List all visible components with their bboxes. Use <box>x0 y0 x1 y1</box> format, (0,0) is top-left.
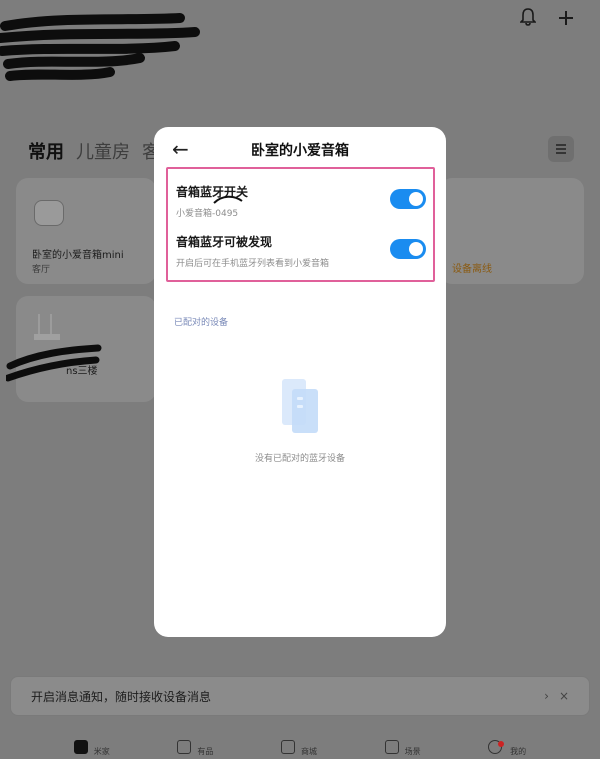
device-status: 设备离线 <box>452 264 492 275</box>
discoverable-toggle[interactable] <box>390 239 426 259</box>
router-icon <box>34 314 60 340</box>
redaction-scribble <box>6 344 102 382</box>
close-icon[interactable]: × <box>559 689 569 703</box>
bluetooth-settings-dialog: ← 卧室的小爱音箱 音箱蓝牙开关 小爱音箱-0495 音箱蓝牙可被发现 开启后可… <box>154 127 446 637</box>
bluetooth-switch-toggle[interactable] <box>390 189 426 209</box>
device-name: 卧室的小爱音箱mini <box>32 250 124 261</box>
dialog-header: ← 卧室的小爱音箱 <box>154 127 446 171</box>
nav-item-mall[interactable]: 商城 <box>280 736 317 757</box>
nav-label: 我的 <box>510 747 527 756</box>
redaction-scribble <box>213 195 243 204</box>
nav-item-profile[interactable]: 我的 <box>488 736 526 757</box>
notification-text: 开启消息通知，随时接收设备消息 <box>31 689 212 704</box>
device-room: 客厅 <box>32 265 51 275</box>
nav-label: 商城 <box>300 747 317 756</box>
dialog-title: 卧室的小爱音箱 <box>251 143 349 159</box>
home-icon <box>73 739 88 754</box>
bell-icon[interactable] <box>519 8 537 31</box>
tab-kids-room[interactable]: 儿童房 <box>76 138 130 164</box>
device-card[interactable]: 卧室的小爱音箱mini 客厅 <box>16 178 156 284</box>
tab-common[interactable]: 常用 <box>28 138 64 164</box>
setting-label: 音箱蓝牙可被发现 <box>176 235 273 249</box>
chevron-right-icon[interactable]: › <box>544 689 549 703</box>
setting-bluetooth-discoverable: 音箱蓝牙可被发现 开启后可在手机蓝牙列表看到小爱音箱 <box>176 233 426 273</box>
setting-subtitle: 开启后可在手机蓝牙列表看到小爱音箱 <box>176 259 330 269</box>
toggle-knob <box>409 192 423 206</box>
speaker-icon <box>34 200 64 226</box>
shop-icon <box>177 739 192 754</box>
nav-item-home[interactable]: 米家 <box>73 736 110 757</box>
notification-dot <box>498 740 505 747</box>
nav-item-scene[interactable]: 场景 <box>384 736 421 757</box>
bottom-nav: 米家 有品 商城 场景 我的 <box>0 736 600 759</box>
paired-devices-heading: 已配对的设备 <box>174 318 229 328</box>
top-actions <box>519 8 574 31</box>
redaction-scribble <box>0 13 200 81</box>
setting-subtitle: 小爱音箱-0495 <box>176 209 239 219</box>
empty-state-text: 没有已配对的蓝牙设备 <box>254 454 345 464</box>
notification-banner[interactable]: 开启消息通知，随时接收设备消息 › × <box>10 676 590 716</box>
menu-icon <box>556 144 566 154</box>
toggle-knob <box>409 242 423 256</box>
room-menu-button[interactable] <box>548 136 574 162</box>
room-tabs: 常用 儿童房 客 <box>28 138 160 164</box>
empty-devices-illustration <box>282 379 318 433</box>
mall-icon <box>280 739 295 754</box>
device-card[interactable]: 设备离线 <box>440 178 584 284</box>
nav-label: 米家 <box>93 747 110 756</box>
plus-icon[interactable] <box>558 9 574 31</box>
scene-icon <box>384 739 399 754</box>
nav-label: 有品 <box>197 747 214 756</box>
setting-bluetooth-switch: 音箱蓝牙开关 小爱音箱-0495 <box>176 183 426 223</box>
nav-label: 场景 <box>404 747 421 756</box>
nav-item-shop[interactable]: 有品 <box>177 736 213 757</box>
